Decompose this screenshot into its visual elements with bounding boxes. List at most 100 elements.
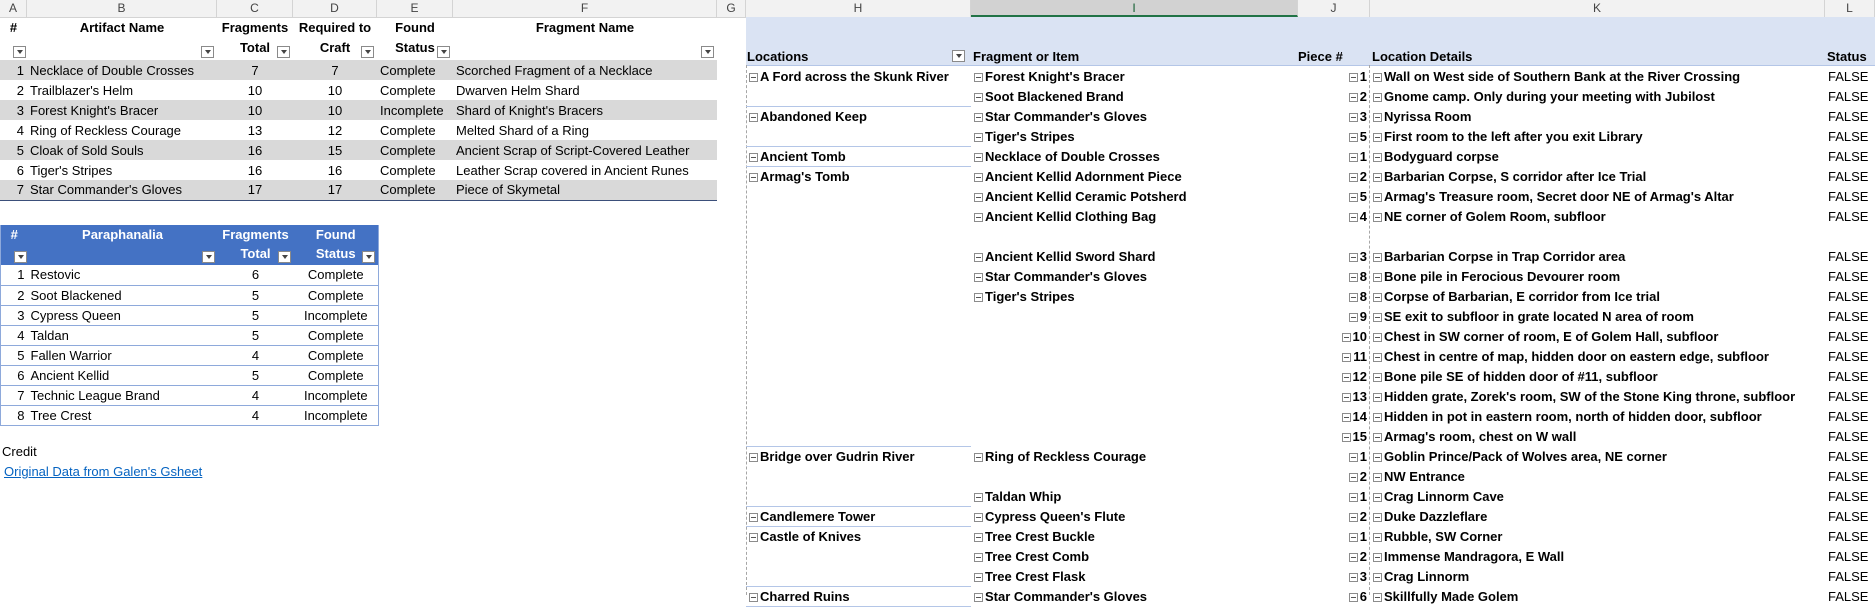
column-header-j[interactable]: J [1298, 0, 1370, 17]
pivot-status-cell[interactable]: FALSE [1825, 166, 1875, 186]
pivot-detail-cell[interactable]: Goblin Prince/Pack of Wolves area, NE co… [1370, 446, 1825, 466]
collapse-icon[interactable] [974, 112, 983, 122]
artifact-name-cell[interactable]: Forest Knight's Bracer [27, 100, 217, 120]
paraphanalia-status-cell[interactable]: Complete [293, 265, 379, 286]
pivot-detail-cell[interactable]: Barbarian Corpse, S corridor after Ice T… [1370, 166, 1825, 186]
collapse-icon[interactable] [1348, 72, 1358, 82]
filter-dropdown-icon[interactable] [701, 46, 714, 58]
paraphanalia-name-cell[interactable]: Cypress Queen [27, 305, 218, 326]
pivot-location-cell[interactable]: Bridge over Gudrin River [746, 446, 971, 466]
pivot-status-cell[interactable] [1825, 226, 1875, 246]
pivot-piece-cell[interactable]: 8 [1298, 266, 1370, 286]
pivot-location-cell[interactable] [746, 286, 971, 306]
pivot-detail-cell[interactable]: Gnome camp. Only during your meeting wit… [1370, 86, 1825, 106]
pivot-status-cell[interactable]: FALSE [1825, 246, 1875, 266]
pivot-piece-cell[interactable]: 15 [1298, 426, 1370, 446]
pivot-piece-cell[interactable]: 2 [1298, 546, 1370, 566]
collapse-icon[interactable] [1373, 332, 1382, 342]
pivot-item-cell[interactable]: Necklace of Double Crosses [971, 146, 1298, 166]
paraphanalia-num-cell[interactable]: 2 [0, 285, 28, 306]
pivot-item-cell[interactable] [971, 466, 1298, 486]
column-header-d[interactable]: D [293, 0, 377, 17]
collapse-icon[interactable] [1373, 272, 1382, 282]
pivot-detail-cell[interactable]: Immense Mandragora, E Wall [1370, 546, 1825, 566]
column-header-l[interactable]: L [1825, 0, 1875, 17]
artifact-status-cell[interactable]: Complete [377, 160, 453, 180]
artifact-num-cell[interactable]: 1 [0, 60, 27, 80]
pivot-item-cell[interactable]: Cypress Queen's Flute [971, 506, 1298, 526]
collapse-icon[interactable] [1373, 572, 1382, 582]
artifact-fragments-cell[interactable]: 10 [217, 80, 293, 100]
paraphanalia-num-cell[interactable]: 1 [0, 265, 28, 286]
collapse-icon[interactable] [974, 512, 983, 522]
pivot-location-cell[interactable] [746, 546, 971, 566]
pivot-location-cell[interactable] [746, 406, 971, 426]
pivot-status-cell[interactable]: FALSE [1825, 66, 1875, 86]
artifact-name-cell[interactable]: Necklace of Double Crosses [27, 60, 217, 80]
filter-dropdown-icon[interactable] [201, 251, 215, 263]
pivot-detail-cell[interactable]: NW Entrance [1370, 466, 1825, 486]
filter-dropdown-icon[interactable] [277, 46, 290, 58]
collapse-icon[interactable] [1373, 552, 1382, 562]
collapse-icon[interactable] [1373, 172, 1382, 182]
paraphanalia-num-cell[interactable]: 7 [0, 385, 28, 406]
collapse-icon[interactable] [1348, 452, 1358, 462]
collapse-icon[interactable] [1341, 412, 1351, 422]
column-header-b[interactable]: B [27, 0, 217, 17]
collapse-icon[interactable] [974, 212, 983, 222]
pivot-detail-cell[interactable]: Hidden in pot in eastern room, north of … [1370, 406, 1825, 426]
artifact-required-cell[interactable]: 10 [293, 80, 377, 100]
pivot-piece-cell[interactable]: 5 [1298, 126, 1370, 146]
column-header-e[interactable]: E [377, 0, 453, 17]
collapse-icon[interactable] [1341, 332, 1351, 342]
paraphanalia-fragments-cell[interactable]: 4 [217, 405, 294, 426]
pivot-status-cell[interactable]: FALSE [1825, 466, 1875, 486]
pivot-item-cell[interactable] [971, 326, 1298, 346]
pivot-location-cell[interactable] [746, 466, 971, 486]
pivot-status-cell[interactable]: FALSE [1825, 126, 1875, 146]
pivot-piece-cell[interactable]: 2 [1298, 86, 1370, 106]
pivot-status-cell[interactable]: FALSE [1825, 346, 1875, 366]
pivot-detail-cell[interactable]: NE corner of Golem Room, subfloor [1370, 206, 1825, 226]
pivot-location-cell[interactable] [746, 346, 971, 366]
collapse-icon[interactable] [1341, 432, 1351, 442]
artifact-fragment-name-cell[interactable]: Melted Shard of a Ring [453, 120, 717, 140]
pivot-status-cell[interactable]: FALSE [1825, 266, 1875, 286]
pivot-item-cell[interactable]: Ancient Kellid Sword Shard [971, 246, 1298, 266]
pivot-piece-cell[interactable]: 9 [1298, 306, 1370, 326]
paraphanalia-status-cell[interactable]: Incomplete [293, 385, 379, 406]
artifact-fragment-name-cell[interactable]: Shard of Knight's Bracers [453, 100, 717, 120]
column-header-f[interactable]: F [453, 0, 717, 17]
locations-filter-dropdown-icon[interactable] [952, 50, 965, 62]
pivot-piece-cell[interactable]: 1 [1298, 486, 1370, 506]
column-header-g[interactable]: G [717, 0, 746, 17]
collapse-icon[interactable] [1373, 252, 1382, 262]
pivot-status-cell[interactable]: FALSE [1825, 386, 1875, 406]
filter-dropdown-icon[interactable] [201, 46, 214, 58]
artifact-status-cell[interactable]: Complete [377, 60, 453, 80]
pivot-location-cell[interactable] [746, 246, 971, 266]
collapse-icon[interactable] [1348, 132, 1358, 142]
collapse-icon[interactable] [1348, 492, 1358, 502]
collapse-icon[interactable] [974, 192, 983, 202]
pivot-item-cell[interactable]: Taldan Whip [971, 486, 1298, 506]
collapse-icon[interactable] [1373, 452, 1382, 462]
paraphanalia-name-cell[interactable]: Fallen Warrior [27, 345, 218, 366]
pivot-piece-cell[interactable]: 13 [1298, 386, 1370, 406]
collapse-icon[interactable] [974, 292, 983, 302]
collapse-icon[interactable] [749, 532, 758, 542]
collapse-icon[interactable] [749, 452, 758, 462]
pivot-item-cell[interactable]: Tree Crest Comb [971, 546, 1298, 566]
pivot-piece-cell[interactable]: 2 [1298, 506, 1370, 526]
collapse-icon[interactable] [974, 152, 983, 162]
pivot-piece-cell[interactable]: 2 [1298, 166, 1370, 186]
pivot-piece-cell[interactable]: 3 [1298, 106, 1370, 126]
collapse-icon[interactable] [1348, 272, 1358, 282]
paraphanalia-name-cell[interactable]: Technic League Brand [27, 385, 218, 406]
collapse-icon[interactable] [1373, 152, 1382, 162]
pivot-detail-cell[interactable]: Bone pile SE of hidden door of #11, subf… [1370, 366, 1825, 386]
collapse-icon[interactable] [749, 592, 758, 602]
pivot-detail-cell[interactable]: Hidden grate, Zorek's room, SW of the St… [1370, 386, 1825, 406]
paraphanalia-status-cell[interactable]: Complete [293, 325, 379, 346]
pivot-item-cell[interactable]: Ring of Reckless Courage [971, 446, 1298, 466]
